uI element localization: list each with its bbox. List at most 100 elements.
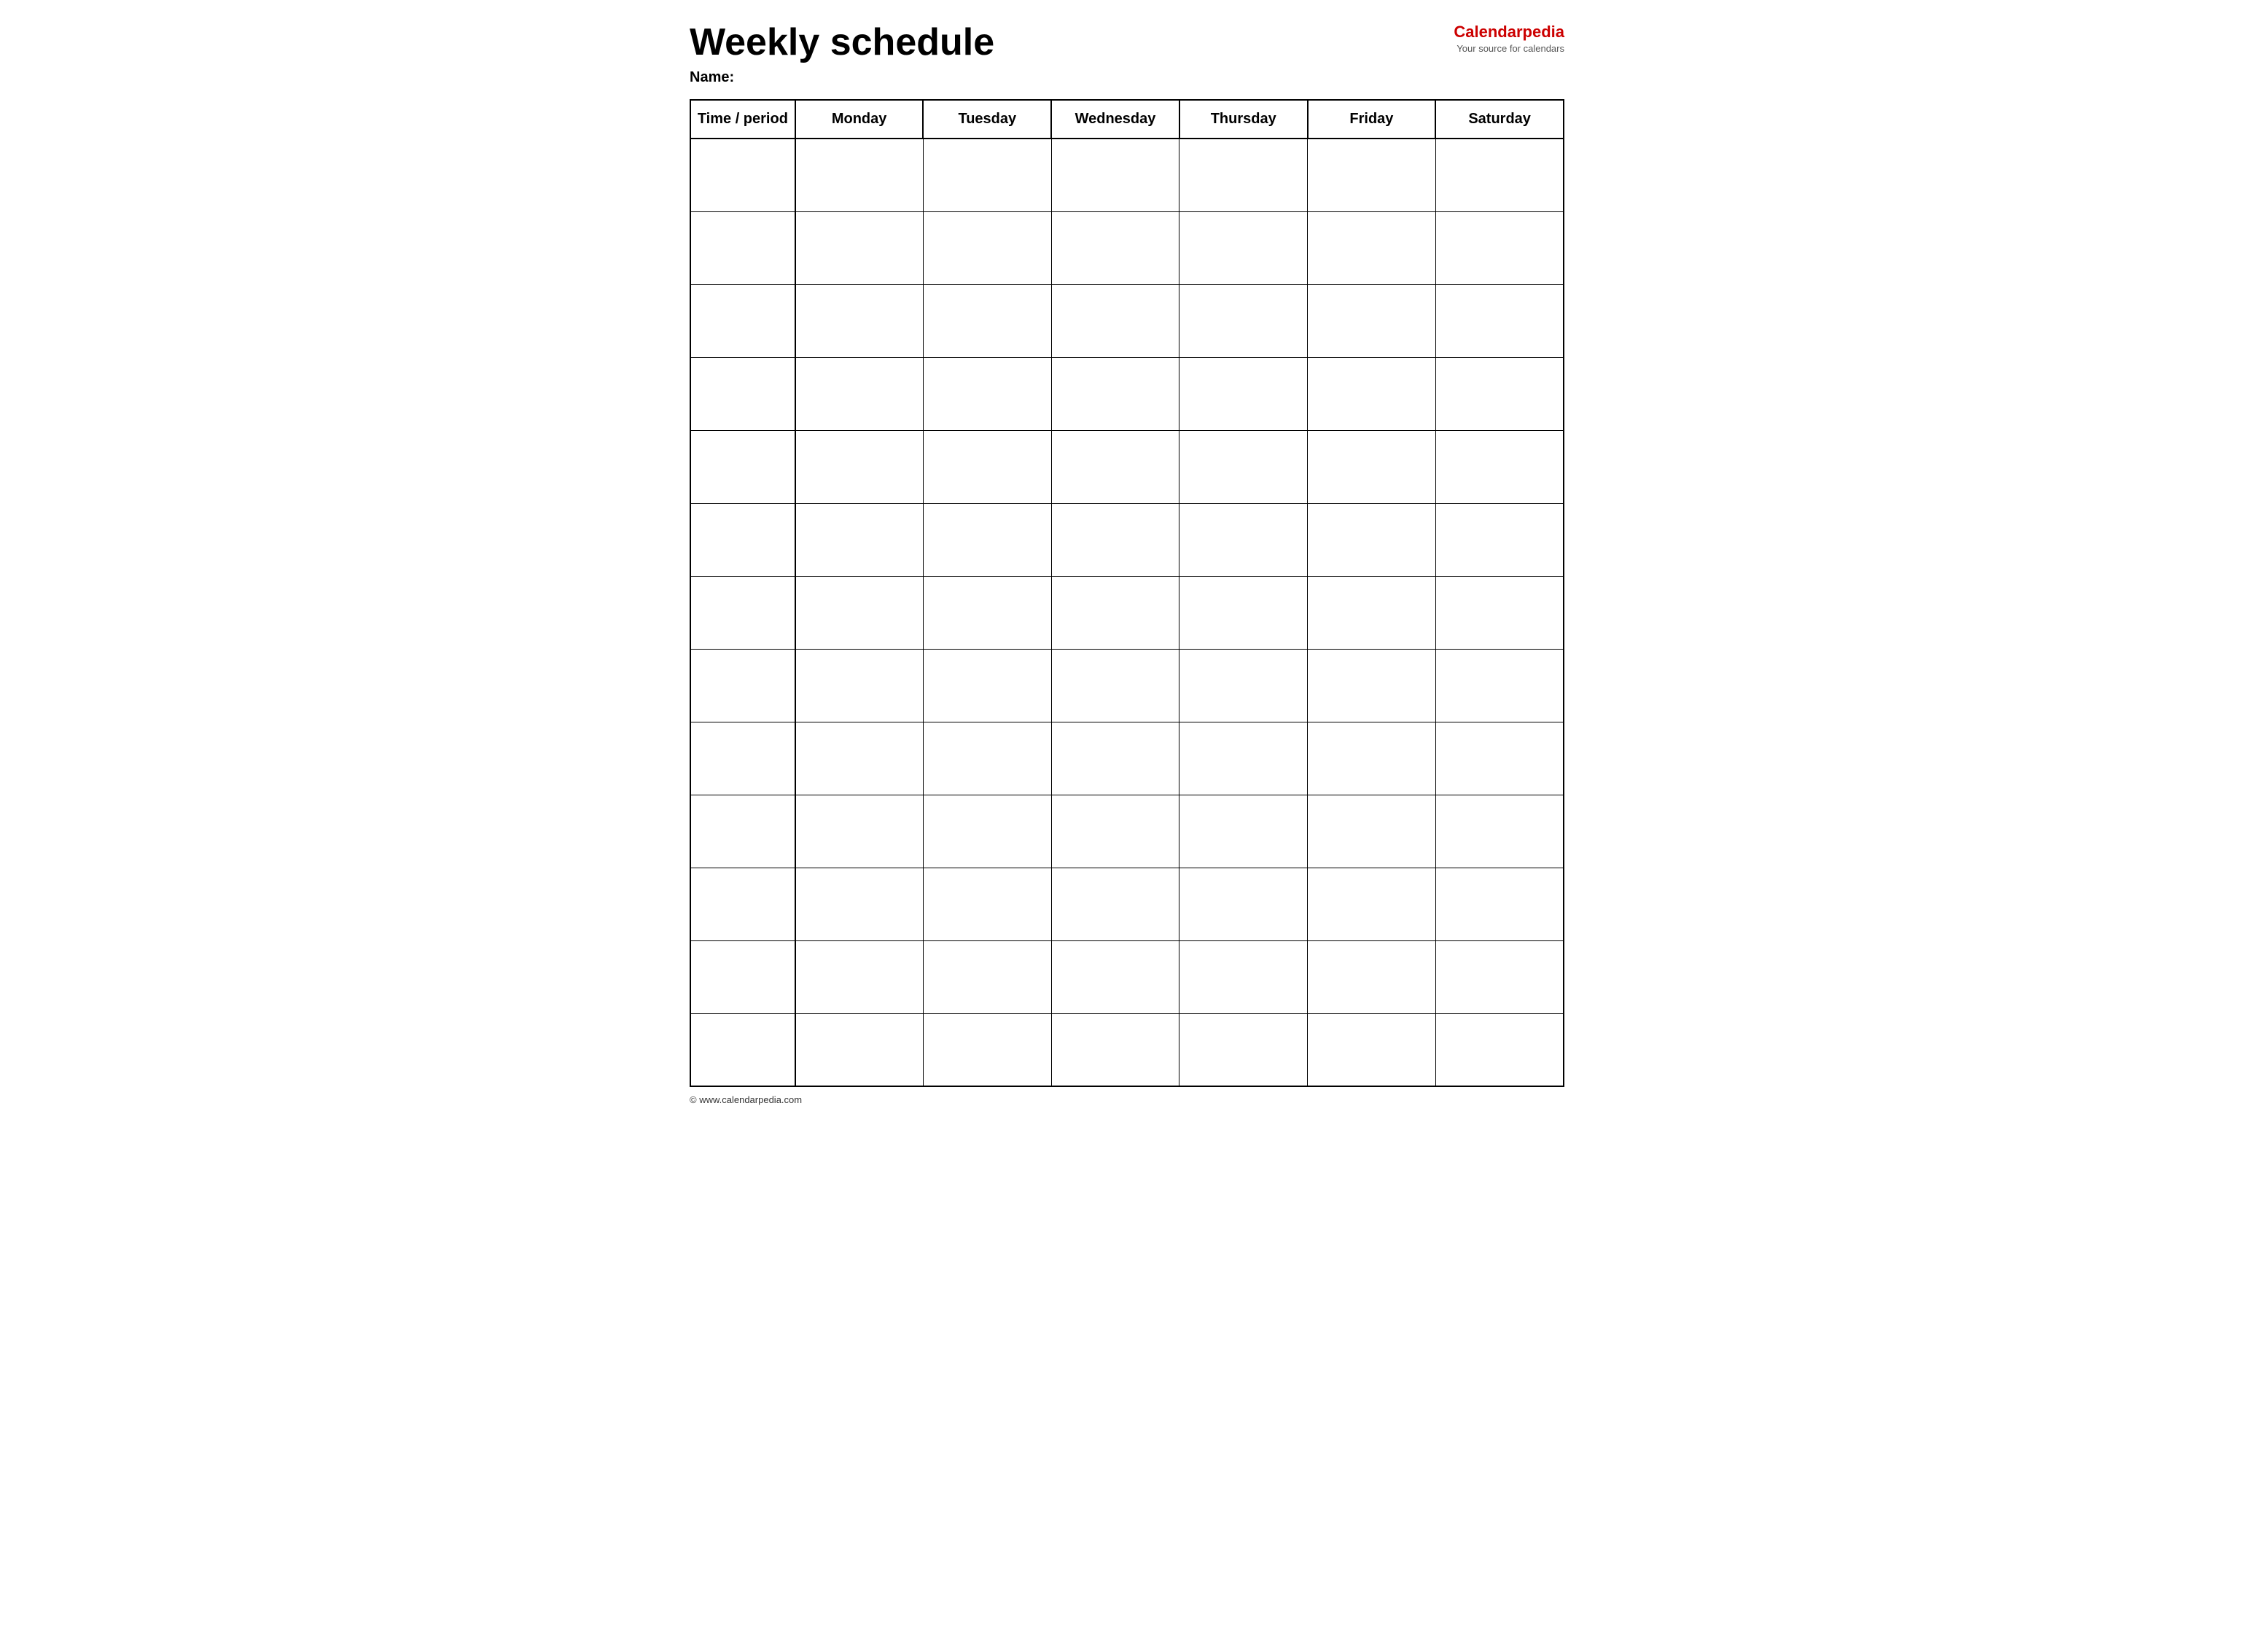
day-cell-3-5[interactable] [1308, 357, 1436, 430]
time-cell-6[interactable] [690, 576, 795, 649]
day-cell-9-4[interactable] [1179, 795, 1308, 868]
day-cell-11-5[interactable] [1308, 940, 1436, 1013]
day-cell-10-1[interactable] [795, 868, 924, 940]
day-cell-3-1[interactable] [795, 357, 924, 430]
time-cell-0[interactable] [690, 139, 795, 211]
day-cell-9-5[interactable] [1308, 795, 1436, 868]
header-row: Weekly schedule Calendarpedia Your sourc… [690, 22, 1564, 63]
day-cell-2-3[interactable] [1051, 284, 1179, 357]
day-cell-10-5[interactable] [1308, 868, 1436, 940]
day-cell-1-1[interactable] [795, 211, 924, 284]
day-cell-5-4[interactable] [1179, 503, 1308, 576]
day-cell-1-2[interactable] [923, 211, 1051, 284]
time-cell-3[interactable] [690, 357, 795, 430]
day-cell-11-1[interactable] [795, 940, 924, 1013]
day-cell-6-1[interactable] [795, 576, 924, 649]
day-cell-10-4[interactable] [1179, 868, 1308, 940]
day-cell-11-6[interactable] [1435, 940, 1564, 1013]
page-title: Weekly schedule [690, 22, 994, 63]
day-cell-5-5[interactable] [1308, 503, 1436, 576]
time-cell-8[interactable] [690, 722, 795, 795]
day-cell-3-2[interactable] [923, 357, 1051, 430]
day-cell-9-3[interactable] [1051, 795, 1179, 868]
day-cell-1-4[interactable] [1179, 211, 1308, 284]
table-row [690, 284, 1564, 357]
page-wrapper: Weekly schedule Calendarpedia Your sourc… [690, 22, 1564, 1105]
day-cell-4-5[interactable] [1308, 430, 1436, 503]
day-cell-9-2[interactable] [923, 795, 1051, 868]
day-cell-4-4[interactable] [1179, 430, 1308, 503]
day-cell-7-4[interactable] [1179, 649, 1308, 722]
day-cell-6-4[interactable] [1179, 576, 1308, 649]
time-cell-12[interactable] [690, 1013, 795, 1086]
day-cell-7-3[interactable] [1051, 649, 1179, 722]
time-cell-9[interactable] [690, 795, 795, 868]
day-cell-5-6[interactable] [1435, 503, 1564, 576]
day-cell-9-1[interactable] [795, 795, 924, 868]
day-cell-5-3[interactable] [1051, 503, 1179, 576]
day-cell-0-1[interactable] [795, 139, 924, 211]
day-cell-11-4[interactable] [1179, 940, 1308, 1013]
day-cell-12-5[interactable] [1308, 1013, 1436, 1086]
table-row [690, 357, 1564, 430]
day-cell-8-1[interactable] [795, 722, 924, 795]
day-cell-3-6[interactable] [1435, 357, 1564, 430]
day-cell-12-4[interactable] [1179, 1013, 1308, 1086]
day-cell-9-6[interactable] [1435, 795, 1564, 868]
day-cell-12-1[interactable] [795, 1013, 924, 1086]
day-cell-2-1[interactable] [795, 284, 924, 357]
day-cell-2-4[interactable] [1179, 284, 1308, 357]
day-cell-1-6[interactable] [1435, 211, 1564, 284]
col-header-friday: Friday [1308, 100, 1436, 139]
day-cell-6-6[interactable] [1435, 576, 1564, 649]
day-cell-12-2[interactable] [923, 1013, 1051, 1086]
day-cell-1-3[interactable] [1051, 211, 1179, 284]
day-cell-10-6[interactable] [1435, 868, 1564, 940]
table-row [690, 139, 1564, 211]
day-cell-7-6[interactable] [1435, 649, 1564, 722]
day-cell-2-6[interactable] [1435, 284, 1564, 357]
day-cell-10-2[interactable] [923, 868, 1051, 940]
day-cell-5-2[interactable] [923, 503, 1051, 576]
day-cell-4-6[interactable] [1435, 430, 1564, 503]
day-cell-4-3[interactable] [1051, 430, 1179, 503]
day-cell-7-1[interactable] [795, 649, 924, 722]
time-cell-4[interactable] [690, 430, 795, 503]
table-row [690, 576, 1564, 649]
day-cell-12-3[interactable] [1051, 1013, 1179, 1086]
day-cell-2-2[interactable] [923, 284, 1051, 357]
day-cell-11-2[interactable] [923, 940, 1051, 1013]
day-cell-3-4[interactable] [1179, 357, 1308, 430]
day-cell-8-3[interactable] [1051, 722, 1179, 795]
day-cell-8-4[interactable] [1179, 722, 1308, 795]
day-cell-3-3[interactable] [1051, 357, 1179, 430]
day-cell-0-2[interactable] [923, 139, 1051, 211]
footer-text: © www.calendarpedia.com [690, 1094, 1564, 1105]
day-cell-11-3[interactable] [1051, 940, 1179, 1013]
day-cell-0-6[interactable] [1435, 139, 1564, 211]
day-cell-10-3[interactable] [1051, 868, 1179, 940]
day-cell-6-2[interactable] [923, 576, 1051, 649]
day-cell-5-1[interactable] [795, 503, 924, 576]
day-cell-1-5[interactable] [1308, 211, 1436, 284]
day-cell-4-2[interactable] [923, 430, 1051, 503]
day-cell-12-6[interactable] [1435, 1013, 1564, 1086]
day-cell-4-1[interactable] [795, 430, 924, 503]
day-cell-8-5[interactable] [1308, 722, 1436, 795]
day-cell-0-4[interactable] [1179, 139, 1308, 211]
day-cell-6-3[interactable] [1051, 576, 1179, 649]
time-cell-7[interactable] [690, 649, 795, 722]
day-cell-6-5[interactable] [1308, 576, 1436, 649]
day-cell-2-5[interactable] [1308, 284, 1436, 357]
day-cell-7-2[interactable] [923, 649, 1051, 722]
day-cell-0-3[interactable] [1051, 139, 1179, 211]
time-cell-11[interactable] [690, 940, 795, 1013]
day-cell-7-5[interactable] [1308, 649, 1436, 722]
day-cell-8-2[interactable] [923, 722, 1051, 795]
time-cell-1[interactable] [690, 211, 795, 284]
day-cell-8-6[interactable] [1435, 722, 1564, 795]
day-cell-0-5[interactable] [1308, 139, 1436, 211]
time-cell-10[interactable] [690, 868, 795, 940]
time-cell-5[interactable] [690, 503, 795, 576]
time-cell-2[interactable] [690, 284, 795, 357]
